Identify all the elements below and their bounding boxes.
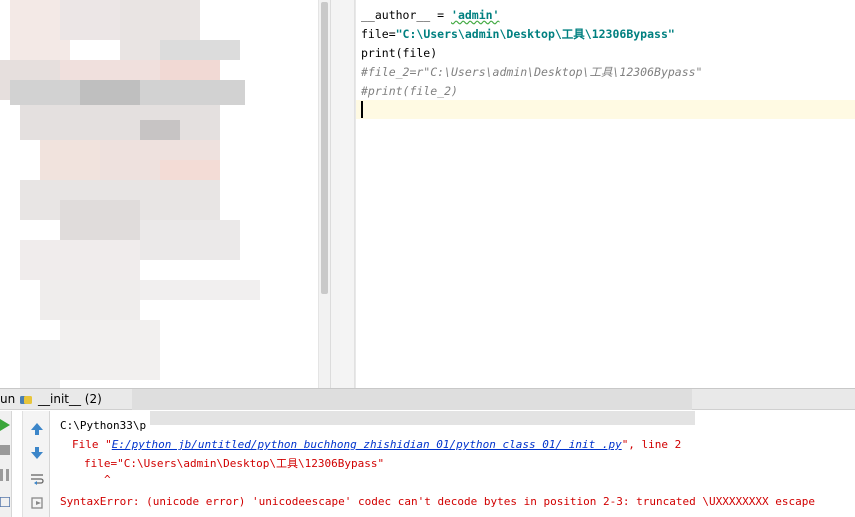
error-message: SyntaxError: (unicode error) 'unicodeesc…: [60, 495, 815, 508]
export-icon[interactable]: [27, 493, 47, 513]
code-line-4[interactable]: #file_2=r"C:\Users\admin\Desktop\工具\1230…: [361, 63, 703, 82]
gutter-divider: [355, 0, 356, 388]
project-scrollbar[interactable]: [318, 0, 330, 388]
run-tool-window-header: un __init__ (2): [0, 388, 855, 410]
run-window-label: un: [0, 392, 16, 406]
stop-icon[interactable]: [0, 445, 10, 455]
play-icon[interactable]: [0, 419, 10, 431]
python-file-icon: [20, 396, 32, 404]
comment-text: #file_2=r"C:\Users\admin\Desktop\工具\1230…: [361, 65, 703, 79]
current-line-highlight: [331, 100, 855, 119]
console-toolbar: [22, 411, 50, 517]
traceback-suffix: ", line 2: [621, 438, 682, 451]
traceback-file-link[interactable]: E:/python jb/untitled/python buchhong zh…: [112, 438, 622, 451]
up-arrow-icon[interactable]: [27, 419, 47, 439]
wrap-icon[interactable]: [27, 469, 47, 489]
text-caret: [361, 101, 363, 118]
code-text: file=: [361, 27, 396, 41]
run-left-toolbar: [0, 411, 12, 517]
code-text: print(file): [361, 46, 438, 60]
console-line-interpreter: C:\Python33\p: [60, 417, 146, 435]
console-line-code: file="C:\Users\admin\Desktop\工具\12306Byp…: [84, 455, 384, 473]
console-line-traceback: File "E:/python jb/untitled/python buchh…: [72, 436, 681, 454]
blurred-tab-area: [132, 389, 692, 410]
string-literal: "C:\Users\admin\Desktop\工具\12306Bypass": [395, 27, 675, 41]
code-line-5[interactable]: #print(file_2): [361, 82, 458, 101]
offending-code: file="C:\Users\admin\Desktop\工具\12306Byp…: [84, 457, 385, 470]
project-panel-blurred: [0, 0, 318, 388]
run-tab-init[interactable]: __init__ (2): [38, 392, 102, 406]
project-scrollbar-thumb[interactable]: [321, 2, 328, 294]
layout-icon[interactable]: [0, 497, 10, 507]
interpreter-path: C:\Python33\p: [60, 419, 147, 432]
code-line-3[interactable]: print(file): [361, 44, 437, 63]
comment-text: #print(file_2): [361, 84, 458, 98]
code-editor[interactable]: __author__ = 'admin' file="C:\Users\admi…: [330, 0, 855, 388]
traceback-prefix: File ": [72, 438, 112, 451]
console-line-error: SyntaxError: (unicode error) 'unicodeesc…: [60, 493, 815, 511]
code-line-1[interactable]: __author__ = 'admin': [361, 6, 499, 25]
string-literal: 'admin': [451, 8, 500, 22]
console-line-caret: ^: [104, 471, 111, 489]
pause-icon[interactable]: [0, 469, 10, 481]
down-arrow-icon[interactable]: [27, 443, 47, 463]
run-console[interactable]: C:\Python33\p File "E:/python jb/untitle…: [0, 411, 855, 517]
code-text: __author__ =: [361, 8, 452, 22]
code-line-2[interactable]: file="C:\Users\admin\Desktop\工具\12306Byp…: [361, 25, 675, 44]
editor-gutter[interactable]: [331, 0, 355, 388]
blurred-output: [150, 411, 695, 425]
error-caret: ^: [104, 473, 111, 486]
